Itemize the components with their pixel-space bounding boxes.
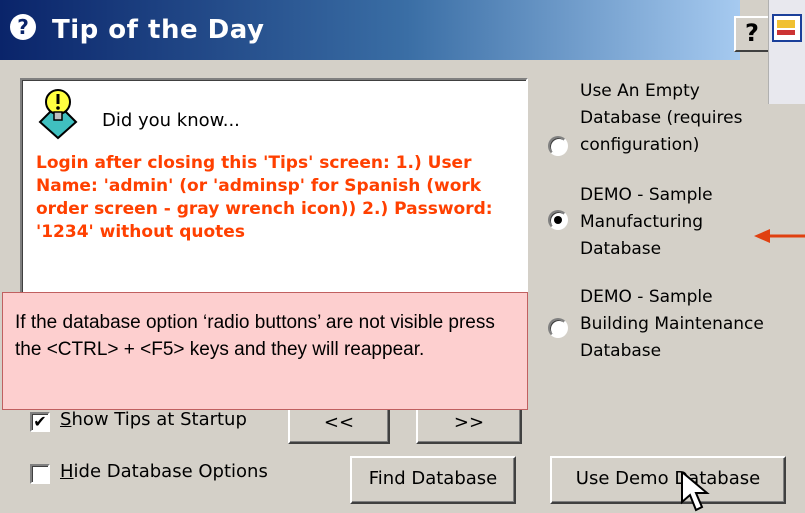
option-label: DEMO - Sample Building Maintenance Datab… <box>580 287 764 361</box>
mouse-pointer-icon <box>681 472 710 512</box>
radio-demo-building-maintenance[interactable] <box>548 318 568 338</box>
app-window-icon <box>772 14 802 42</box>
window-title: Tip of the Day <box>52 15 265 45</box>
title-bar: ? Tip of the Day <box>0 0 740 60</box>
show-tips-checkbox[interactable]: ✔ <box>30 412 50 432</box>
callout-text: If the database option ‘radio buttons’ a… <box>15 312 495 360</box>
show-tips-label-rest: how Tips at Startup <box>71 409 247 430</box>
annotation-callout: If the database option ‘radio buttons’ a… <box>2 292 528 410</box>
hide-database-options-checkbox[interactable] <box>30 464 50 484</box>
show-tips-accelerator: S <box>60 409 72 430</box>
find-database-button[interactable]: Find Database <box>350 456 516 504</box>
radio-empty-database[interactable] <box>548 136 568 156</box>
did-you-know-heading: Did you know... <box>102 110 240 131</box>
lightbulb-icon <box>38 89 78 140</box>
hide-db-accelerator: H <box>60 461 74 482</box>
option-label: DEMO - Sample Manufacturing Database <box>580 185 713 259</box>
background-window-fragment <box>768 0 805 104</box>
previous-tip-button[interactable]: << <box>288 404 390 444</box>
help-bubble-icon: ? <box>10 14 36 40</box>
option-label: Use An Empty Database (requires configur… <box>580 81 743 155</box>
red-arrow-icon <box>754 229 805 243</box>
use-demo-database-button[interactable]: Use Demo Database <box>550 456 786 504</box>
hide-db-label-rest: ide Database Options <box>73 461 268 482</box>
help-button[interactable]: ? <box>734 16 770 52</box>
hide-database-options-label: Hide Database Options <box>60 460 268 484</box>
next-tip-button[interactable]: >> <box>416 404 522 444</box>
show-tips-label: Show Tips at Startup <box>60 408 247 432</box>
radio-demo-manufacturing[interactable] <box>548 210 568 230</box>
tip-text: Login after closing this 'Tips' screen: … <box>36 153 493 242</box>
